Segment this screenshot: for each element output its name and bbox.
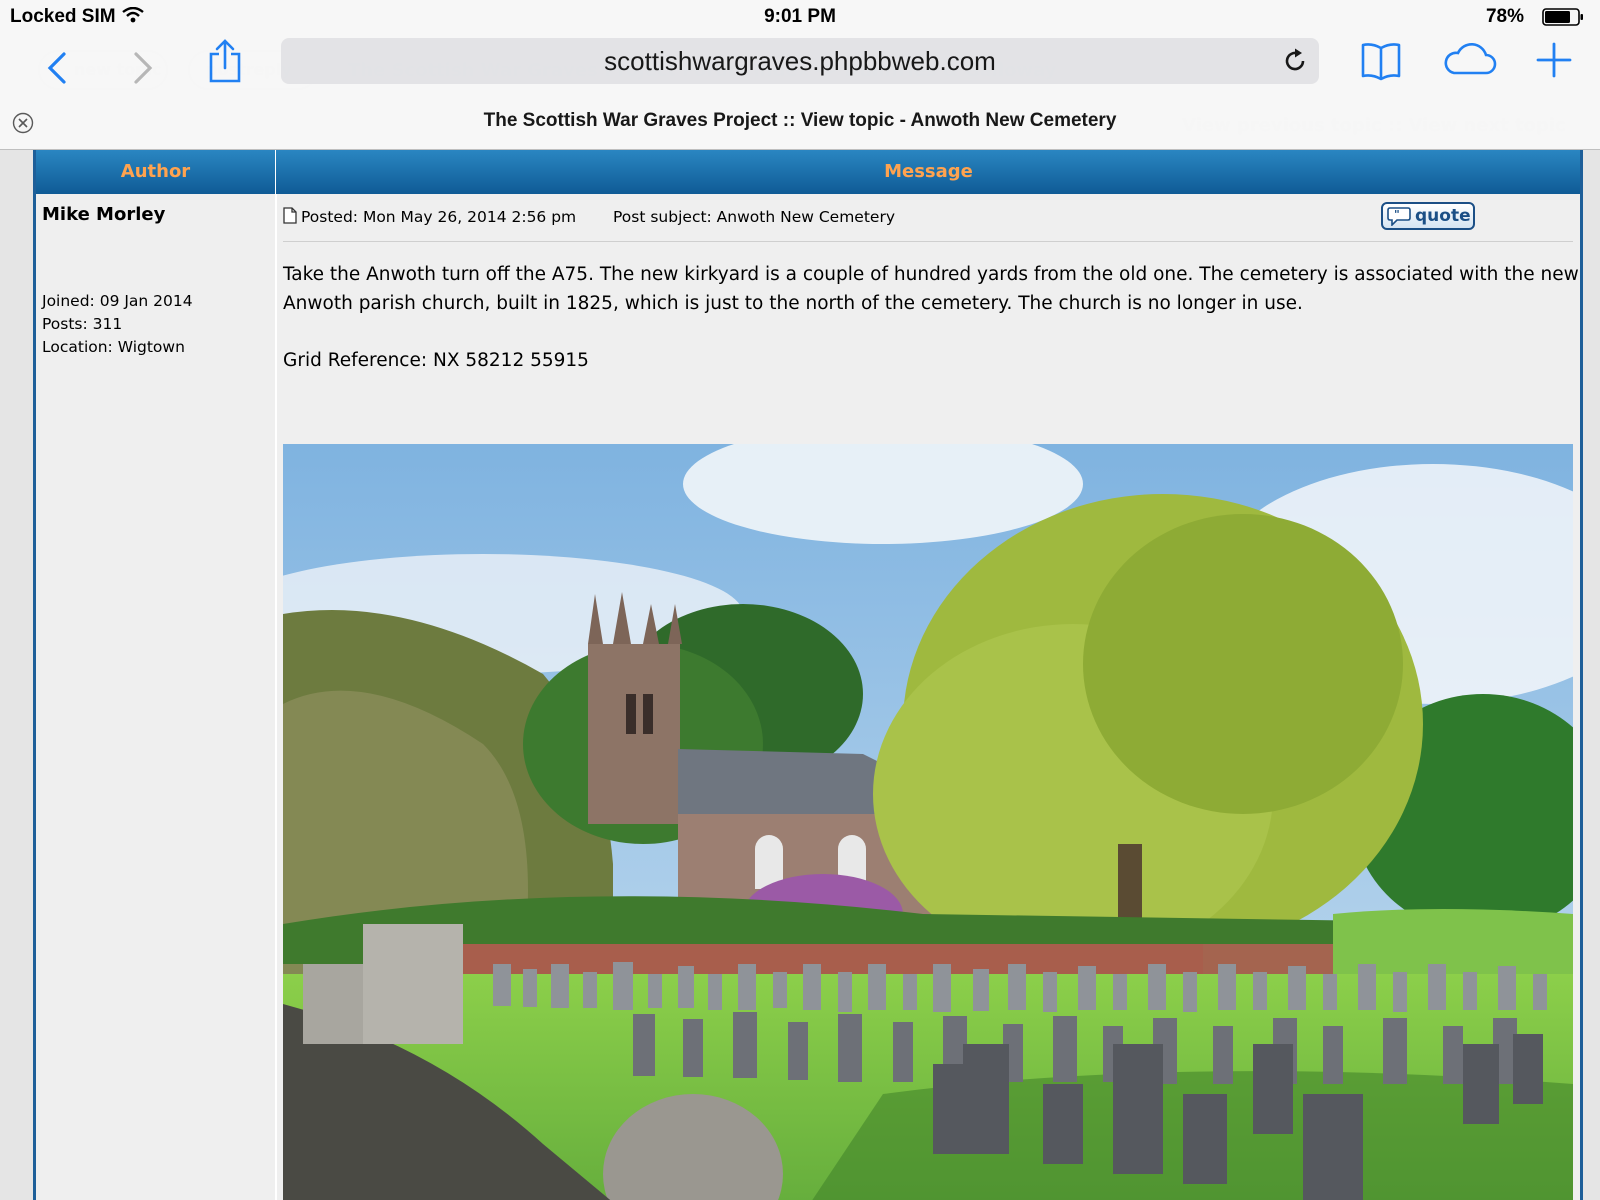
share-icon: [209, 39, 241, 83]
battery-percent: 78%: [1485, 6, 1524, 27]
message-cell: Posted: Mon May 26, 2014 2:56 pm Post su…: [277, 194, 1580, 1200]
battery-icon: [1542, 8, 1583, 26]
bookmarks-icon: [1361, 43, 1401, 81]
post-icon[interactable]: [283, 207, 297, 224]
new-tab-icon: [1536, 42, 1572, 78]
post-table: Author Message Mike Morley Joined: 09 Ja…: [33, 150, 1583, 1200]
post-subject: Post subject: Anwoth New Cemetery: [613, 208, 895, 226]
clock: 9:01 PM: [764, 6, 836, 27]
table-header: Author Message: [36, 150, 1580, 194]
post-paragraph: Take the Anwoth turn off the A75. The ne…: [283, 264, 1579, 314]
quote-button[interactable]: " quote: [1381, 202, 1475, 230]
svg-text:": ": [1394, 208, 1400, 221]
forward-button[interactable]: [124, 48, 160, 88]
back-button[interactable]: [40, 48, 76, 88]
tab-title[interactable]: The Scottish War Graves Project :: View …: [0, 110, 1600, 132]
address-bar[interactable]: scottishwargraves.phpbbweb.com: [281, 38, 1319, 84]
quote-label: quote: [1415, 206, 1471, 226]
web-page: Author Message Mike Morley Joined: 09 Ja…: [0, 150, 1600, 1200]
grid-reference: Grid Reference: NX 58212 55915: [283, 350, 589, 371]
post-date: Posted: Mon May 26, 2014 2:56 pm: [301, 208, 577, 226]
post-body: Take the Anwoth turn off the A75. The ne…: [283, 260, 1579, 403]
bookmarks-button[interactable]: [1360, 40, 1402, 82]
message-column-header: Message: [884, 161, 973, 182]
url-text: scottishwargraves.phpbbweb.com: [604, 46, 996, 76]
author-post-count: Posts: 311: [42, 315, 123, 333]
forward-icon: [134, 52, 153, 84]
new-tab-button[interactable]: [1536, 42, 1572, 78]
post-header: Posted: Mon May 26, 2014 2:56 pm Post su…: [283, 202, 1573, 242]
icloud-tabs-button[interactable]: [1440, 40, 1498, 80]
back-icon: [47, 52, 66, 84]
author-details: Joined: 09 Jan 2014 Posts: 311 Location:…: [42, 290, 193, 359]
speech-bubble-icon: ": [1387, 207, 1411, 226]
church-cemetery-photo: [283, 444, 1573, 1200]
share-button[interactable]: [206, 38, 244, 84]
icloud-tabs-icon: [1444, 43, 1497, 75]
author-cell: Mike Morley Joined: 09 Jan 2014 Posts: 3…: [36, 194, 276, 1200]
author-joined: Joined: 09 Jan 2014: [42, 292, 193, 310]
tab-bar: The Scottish War Graves Project :: View …: [0, 94, 1600, 150]
status-bar: Locked SIM 9:01 PM 78%: [0, 0, 1600, 34]
reload-icon[interactable]: [1281, 47, 1309, 75]
author-location: Location: Wigtown: [42, 338, 185, 356]
author-column-header: Author: [36, 150, 276, 194]
author-name[interactable]: Mike Morley: [42, 204, 165, 225]
